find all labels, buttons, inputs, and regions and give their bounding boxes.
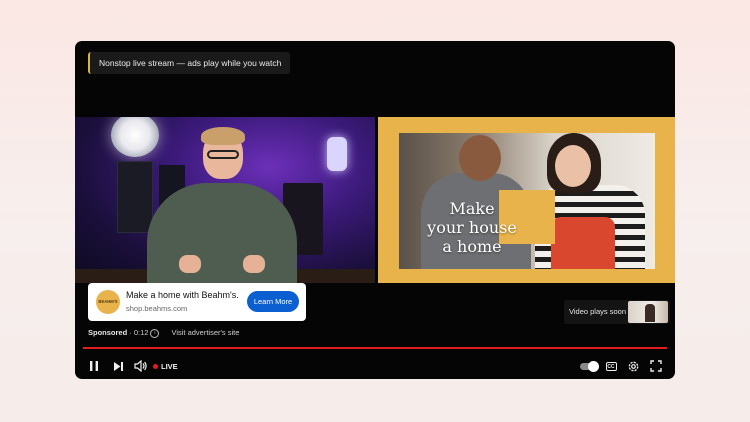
advertiser-logo[interactable]: BEAHM'S: [96, 290, 120, 314]
up-next-thumbnail[interactable]: [628, 301, 668, 323]
learn-more-button[interactable]: Learn More: [247, 291, 299, 312]
sponsor-url[interactable]: shop.beahms.com: [126, 304, 187, 313]
video-plays-soon[interactable]: Video plays soon: [564, 300, 670, 324]
pause-icon[interactable]: [87, 355, 101, 377]
ad-photo: Make your house a home: [399, 133, 655, 269]
ad-person-head: [459, 135, 501, 181]
volume-icon[interactable]: [133, 355, 149, 377]
softbox-light: [111, 117, 159, 157]
toggle-track: [579, 360, 599, 372]
separator: ·: [127, 328, 134, 337]
cc-icon[interactable]: CC: [605, 355, 617, 377]
ad-creative-pane[interactable]: Make your house a home: [378, 117, 675, 283]
control-bar: LIVE CC: [75, 355, 675, 377]
sponsored-row: Sponsored · 0:12 i Visit advertiser's site: [88, 327, 239, 339]
live-badge[interactable]: LIVE: [153, 355, 183, 377]
ad-headline-line: Make: [449, 199, 495, 218]
toggle-knob: [587, 360, 599, 372]
cc-label: CC: [605, 361, 617, 371]
ad-headline-line: your house: [427, 218, 517, 237]
presenter-hand: [179, 255, 201, 273]
stream-banner: Nonstop live stream — ads play while you…: [88, 52, 291, 74]
sponsored-label: Sponsored: [88, 328, 128, 337]
presenter-hair: [201, 127, 245, 145]
live-label: LIVE: [161, 361, 178, 371]
presenter-glasses: [207, 150, 239, 159]
video-player[interactable]: Nonstop live stream — ads play while you…: [75, 41, 675, 379]
info-icon[interactable]: i: [150, 328, 160, 338]
ad-person-overall: [551, 217, 615, 269]
presenter-hand: [243, 255, 265, 273]
ad-headline-line: a home: [442, 237, 502, 256]
progress-bar[interactable]: [83, 347, 667, 349]
plays-soon-label: Video plays soon: [569, 307, 626, 316]
progress-fill: [83, 347, 667, 349]
presenter-body: [147, 183, 297, 283]
ad-headline: Make your house a home: [407, 199, 537, 256]
background-light: [327, 137, 347, 171]
next-icon[interactable]: [111, 355, 125, 377]
visit-advertiser-link[interactable]: Visit advertiser's site: [171, 328, 239, 337]
live-video-pane[interactable]: [75, 117, 375, 283]
ad-timer: 0:12: [133, 328, 149, 337]
background-monitor: [117, 161, 153, 233]
sponsor-card[interactable]: BEAHM'S Make a home with Beahm's. shop.b…: [88, 283, 306, 321]
thumbnail-figure: [645, 304, 655, 322]
settings-icon[interactable]: [626, 355, 640, 377]
sponsor-title[interactable]: Make a home with Beahm's.: [126, 290, 239, 300]
autoplay-toggle[interactable]: [579, 355, 599, 377]
live-dot-icon: [153, 363, 158, 369]
fullscreen-icon[interactable]: [649, 355, 663, 377]
ad-person-head: [555, 145, 591, 187]
